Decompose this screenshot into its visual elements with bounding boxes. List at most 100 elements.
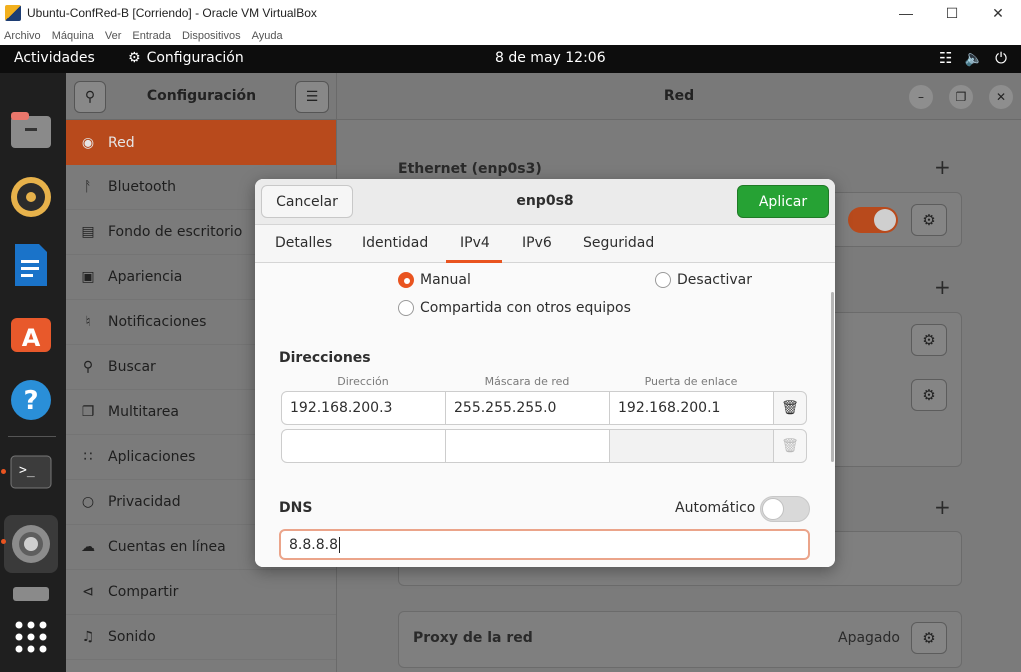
svg-text:A: A	[22, 324, 41, 352]
ethernet-section-title: Ethernet (enp0s3)	[398, 161, 542, 177]
radio-selected-icon	[398, 272, 414, 288]
dns-input[interactable]: 8.8.8.8	[279, 529, 810, 560]
ethernet-settings-button[interactable]: ⚙	[911, 204, 947, 236]
sidebar-item-label: Compartir	[108, 584, 179, 600]
show-apps-icon[interactable]	[8, 614, 54, 660]
proxy-settings-button[interactable]: ⚙	[911, 622, 947, 654]
netmask-input[interactable]	[445, 429, 610, 463]
power-icon: ⏻	[995, 49, 1007, 67]
maximize-icon[interactable]: ☐	[929, 5, 975, 22]
add-ethernet-icon[interactable]: +	[934, 155, 951, 179]
menu-entrada[interactable]: Entrada	[132, 30, 171, 42]
text-caret	[338, 536, 340, 553]
radio-label: Desactivar	[677, 272, 752, 288]
method-manual-radio[interactable]: Manual	[398, 272, 471, 288]
column-header-address: Dirección	[337, 375, 389, 388]
gear-icon: ⚙	[922, 331, 936, 349]
scrollbar[interactable]	[831, 292, 834, 462]
main-header: Red – ❐ ✕	[337, 73, 1021, 120]
minimize-icon[interactable]: —	[883, 5, 929, 21]
bell-icon: ♮	[85, 314, 91, 330]
running-indicator	[1, 539, 6, 544]
help-icon[interactable]: ?	[8, 377, 54, 423]
proxy-status: Apagado	[838, 630, 900, 646]
column-header-gateway: Puerta de enlace	[644, 375, 738, 388]
minimize-window-button[interactable]: –	[909, 85, 933, 109]
tab-ipv6[interactable]: IPv6	[522, 235, 552, 251]
apps-grid-icon: ∷	[83, 449, 93, 465]
hamburger-icon: ☰	[305, 89, 319, 105]
connection-settings-button[interactable]: ⚙	[911, 324, 947, 356]
share-icon: ⊲	[82, 584, 94, 600]
search-icon: ⚲	[82, 359, 94, 375]
active-tab-indicator	[446, 260, 502, 263]
globe-icon: ◉	[81, 134, 95, 151]
proxy-label: Proxy de la red	[413, 630, 533, 646]
monitor-icon: ▤	[81, 224, 95, 240]
dns-value: 8.8.8.8	[289, 536, 338, 553]
app-center-icon[interactable]: A	[8, 309, 54, 355]
rhythmbox-icon[interactable]	[8, 174, 54, 220]
tab-ipv4[interactable]: IPv4	[460, 235, 490, 251]
method-shared-radio[interactable]: Compartida con otros equipos	[398, 300, 631, 316]
app-menu[interactable]: ⚙ Configuración	[128, 50, 244, 66]
bluetooth-icon: ᚨ	[83, 179, 93, 195]
running-indicator	[1, 469, 6, 474]
menu-maquina[interactable]: Máquina	[52, 30, 94, 42]
tab-detalles[interactable]: Detalles	[275, 235, 332, 251]
sidebar-item-label: Cuentas en línea	[108, 539, 226, 555]
system-tray[interactable]: ☷ 🔈 ⏻	[939, 49, 1007, 67]
connection-dialog: Cancelar enp0s8 Aplicar Detalles Identid…	[255, 179, 835, 567]
gear-icon: ⚙	[922, 629, 936, 647]
menu-ver[interactable]: Ver	[105, 30, 122, 42]
apply-button[interactable]: Aplicar	[737, 185, 829, 218]
terminal-icon[interactable]: >_	[8, 449, 54, 495]
svg-text:?: ?	[23, 386, 38, 416]
files-icon[interactable]	[8, 107, 54, 153]
menu-archivo[interactable]: Archivo	[4, 30, 41, 42]
drive-icon[interactable]	[8, 581, 54, 607]
add-connection-icon[interactable]: +	[934, 275, 951, 299]
gateway-input[interactable]: 192.168.200.1	[609, 391, 774, 425]
sidebar-item-label: Buscar	[108, 359, 156, 375]
add-vpn-icon[interactable]: +	[934, 495, 951, 519]
activities-button[interactable]: Actividades	[14, 50, 95, 66]
dns-auto-switch[interactable]	[760, 496, 810, 522]
ethernet-toggle[interactable]	[848, 207, 898, 233]
restore-window-button[interactable]: ❐	[949, 85, 973, 109]
sidebar-item-label: Sonido	[108, 629, 156, 645]
close-window-button[interactable]: ✕	[989, 85, 1013, 109]
column-header-mask: Máscara de red	[484, 375, 570, 388]
close-icon[interactable]: ✕	[975, 5, 1021, 22]
sidebar-item-sonido[interactable]: ♫ Sonido	[66, 615, 336, 660]
ubuntu-topbar: Actividades ⚙ Configuración 8 de may 12:…	[0, 45, 1021, 73]
sidebar-item-label: Multitarea	[108, 404, 179, 420]
lock-icon: ○	[81, 494, 95, 510]
delete-row-button: 🗑	[773, 429, 807, 463]
delete-row-button[interactable]: 🗑	[773, 391, 807, 425]
writer-icon[interactable]	[8, 242, 54, 288]
connection-settings-button[interactable]: ⚙	[911, 379, 947, 411]
trash-icon: 🗑	[781, 400, 799, 416]
menu-ayuda[interactable]: Ayuda	[252, 30, 283, 42]
sidebar-item-label: Fondo de escritorio	[108, 224, 243, 240]
dialog-header: Cancelar enp0s8 Aplicar	[255, 179, 835, 225]
dock: A ? >_	[0, 73, 66, 672]
address-input[interactable]: 192.168.200.3	[281, 391, 446, 425]
multitask-icon: ❐	[81, 404, 95, 420]
clock[interactable]: 8 de may 12:06	[495, 50, 606, 66]
tab-seguridad[interactable]: Seguridad	[583, 235, 654, 251]
address-input[interactable]	[281, 429, 446, 463]
gear-icon: ⚙	[922, 211, 936, 229]
sidebar-item-compartir[interactable]: ⊲ Compartir	[66, 570, 336, 615]
trash-icon: 🗑	[781, 438, 799, 454]
tab-identidad[interactable]: Identidad	[362, 235, 428, 251]
hamburger-menu-button[interactable]: ☰	[295, 81, 329, 113]
sidebar-item-red[interactable]: ◉ Red	[66, 120, 336, 165]
method-disable-radio[interactable]: Desactivar	[655, 272, 752, 288]
gateway-input[interactable]	[609, 429, 774, 463]
netmask-input[interactable]: 255.255.255.0	[445, 391, 610, 425]
sidebar-item-label: Red	[108, 134, 135, 151]
settings-icon[interactable]	[4, 515, 58, 573]
menu-dispositivos[interactable]: Dispositivos	[182, 30, 241, 42]
